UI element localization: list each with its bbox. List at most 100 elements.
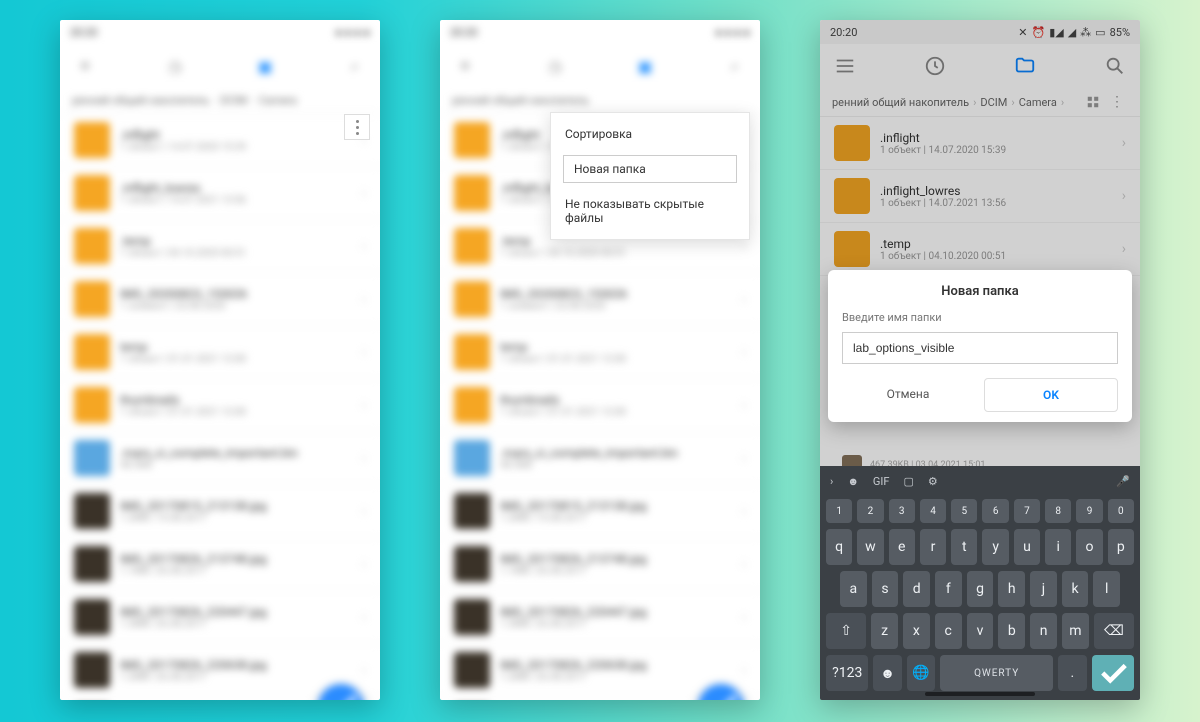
nav-bar-handle[interactable] <box>925 692 1035 696</box>
file-name: .inflight_lowres <box>120 181 352 195</box>
fab-button[interactable] <box>698 684 744 700</box>
file-meta: 48.5KB <box>120 460 352 471</box>
key-5[interactable]: 5 <box>951 499 977 523</box>
folder-tab-icon[interactable]: ▣ <box>634 55 656 77</box>
key-n[interactable]: n <box>1030 613 1057 649</box>
folder-tab-icon[interactable]: ▣ <box>254 55 276 77</box>
fab-button[interactable] <box>318 684 364 700</box>
key-g[interactable]: g <box>967 571 994 607</box>
key-y[interactable]: y <box>982 529 1008 565</box>
file-meta: 1.2MB | 26.08.2017 <box>500 672 732 683</box>
file-meta: 1 объект | 01.01.2021 12:00 <box>120 354 352 365</box>
list-item[interactable]: thumbnails 1 объект | 01.01.2021 12:00 › <box>440 379 760 432</box>
key-9[interactable]: 9 <box>1076 499 1102 523</box>
list-item[interactable]: thumbnails 1 объект | 01.01.2021 12:00 › <box>60 379 380 432</box>
keyboard-settings-icon[interactable]: ⚙ <box>928 475 938 488</box>
list-item[interactable]: .temp 1 объект | 04.10.2020 00:51 › <box>60 220 380 273</box>
key-x[interactable]: x <box>903 613 930 649</box>
key-2[interactable]: 2 <box>857 499 883 523</box>
key-backspace[interactable]: ⌫ <box>1094 613 1134 649</box>
menu-icon[interactable]: ≡ <box>454 55 476 77</box>
file-meta: 1.1MB | 26.08.2017 <box>500 566 732 577</box>
more-options-button[interactable] <box>344 114 370 140</box>
folder-name-input[interactable] <box>842 332 1118 364</box>
key-p[interactable]: p <box>1108 529 1134 565</box>
recent-icon[interactable]: ◷ <box>164 55 186 77</box>
list-item[interactable]: .inflight 1 объект | 14.07.2020 15:39 › <box>60 114 380 167</box>
list-item[interactable]: IMG_20200823_153026 1 элемент | 23.08.20… <box>440 273 760 326</box>
key-4[interactable]: 4 <box>920 499 946 523</box>
list-item[interactable]: IMG_20170826_220447.jpg 1.3MB | 26.08.20… <box>60 591 380 644</box>
key-symbols[interactable]: ?123 <box>826 655 868 691</box>
key-t[interactable]: t <box>951 529 977 565</box>
key-m[interactable]: m <box>1062 613 1089 649</box>
key-emoji[interactable]: ☻ <box>873 655 901 691</box>
key-q[interactable]: q <box>826 529 852 565</box>
key-enter[interactable] <box>1092 655 1134 691</box>
list-item[interactable]: .mars_ci_complete_important.bin 48.5KB › <box>440 432 760 485</box>
key-o[interactable]: o <box>1076 529 1102 565</box>
cancel-button[interactable]: Отмена <box>842 378 974 412</box>
file-list[interactable]: .inflight 1 объект | 14.07.2020 15:39 › … <box>60 114 380 700</box>
key-v[interactable]: v <box>967 613 994 649</box>
chevron-right-icon: › <box>362 556 366 572</box>
list-item[interactable]: temp 1 объект | 01.01.2021 12:00 › <box>60 326 380 379</box>
key-w[interactable]: w <box>857 529 883 565</box>
key-r[interactable]: r <box>920 529 946 565</box>
list-item[interactable]: IMG_20170815_213138.jpg 1.2MB | 15.08.20… <box>60 485 380 538</box>
key-j[interactable]: j <box>1030 571 1057 607</box>
key-z[interactable]: z <box>871 613 898 649</box>
key-7[interactable]: 7 <box>1014 499 1040 523</box>
key-f[interactable]: f <box>935 571 962 607</box>
list-item[interactable]: temp 1 объект | 01.01.2021 12:00 › <box>440 326 760 379</box>
key-8[interactable]: 8 <box>1045 499 1071 523</box>
menu-icon[interactable]: ≡ <box>74 55 96 77</box>
list-item[interactable]: .mars_ci_complete_important.bin 48.5KB › <box>60 432 380 485</box>
list-item[interactable]: IMG_20170826_213748.jpg 1.1MB | 26.08.20… <box>60 538 380 591</box>
key-d[interactable]: d <box>903 571 930 607</box>
list-item[interactable]: IMG_20200823_153026 1 элемент | 23.08.20… <box>60 273 380 326</box>
folder-icon <box>454 334 490 370</box>
file-meta: 1 объект | 14.07.2020 15:39 <box>120 142 352 153</box>
keyboard-mic-icon[interactable]: 🎤 <box>1116 475 1130 488</box>
key-3[interactable]: 3 <box>889 499 915 523</box>
list-item[interactable]: .inflight_lowres 1 объект | 14.07.2021 1… <box>60 167 380 220</box>
key-c[interactable]: c <box>935 613 962 649</box>
menu-item-new-folder[interactable]: Новая папка <box>563 155 737 183</box>
key-1[interactable]: 1 <box>826 499 852 523</box>
keyboard-sticker-icon[interactable]: ☻ <box>847 475 859 488</box>
keyboard-expand-icon[interactable]: › <box>830 475 833 488</box>
search-icon[interactable]: ⌕ <box>724 55 746 77</box>
key-0[interactable]: 0 <box>1108 499 1134 523</box>
key-b[interactable]: b <box>998 613 1025 649</box>
breadcrumb: ренний общий накопитель › DCIM › Camera <box>60 88 380 114</box>
key-e[interactable]: e <box>889 529 915 565</box>
menu-item-hide-hidden[interactable]: Не показывать скрытые файлы <box>551 187 749 235</box>
key-a[interactable]: a <box>840 571 867 607</box>
key-u[interactable]: u <box>1014 529 1040 565</box>
key-6[interactable]: 6 <box>982 499 1008 523</box>
chevron-right-icon: › <box>362 291 366 307</box>
soft-keyboard[interactable]: › ☻ GIF ▢ ⚙ 🎤 1234567890 qwertyuiop asdf… <box>820 466 1140 700</box>
keyboard-clipboard-icon[interactable]: ▢ <box>903 475 913 488</box>
list-item[interactable]: IMG_20170826_220447.jpg 1.3MB | 26.08.20… <box>440 591 760 644</box>
menu-item-sort[interactable]: Сортировка <box>551 117 749 151</box>
key-l[interactable]: l <box>1093 571 1120 607</box>
list-item[interactable]: IMG_20170826_213748.jpg 1.1MB | 26.08.20… <box>440 538 760 591</box>
file-name: IMG_20200823_153026 <box>500 287 732 301</box>
list-item[interactable]: IMG_20170815_213138.jpg 1.2MB | 15.08.20… <box>440 485 760 538</box>
keyboard-gif-button[interactable]: GIF <box>873 475 890 488</box>
key-h[interactable]: h <box>998 571 1025 607</box>
search-icon[interactable]: ⌕ <box>344 55 366 77</box>
folder-icon <box>74 387 110 423</box>
key-language[interactable]: 🌐 <box>907 655 935 691</box>
key-shift[interactable]: ⇧ <box>826 613 866 649</box>
key-space[interactable]: QWERTY <box>940 655 1053 691</box>
ok-button[interactable]: OK <box>984 378 1118 412</box>
key-k[interactable]: k <box>1062 571 1089 607</box>
folder-icon <box>74 281 110 317</box>
key-period[interactable]: . <box>1058 655 1086 691</box>
key-i[interactable]: i <box>1045 529 1071 565</box>
recent-icon[interactable]: ◷ <box>544 55 566 77</box>
key-s[interactable]: s <box>872 571 899 607</box>
